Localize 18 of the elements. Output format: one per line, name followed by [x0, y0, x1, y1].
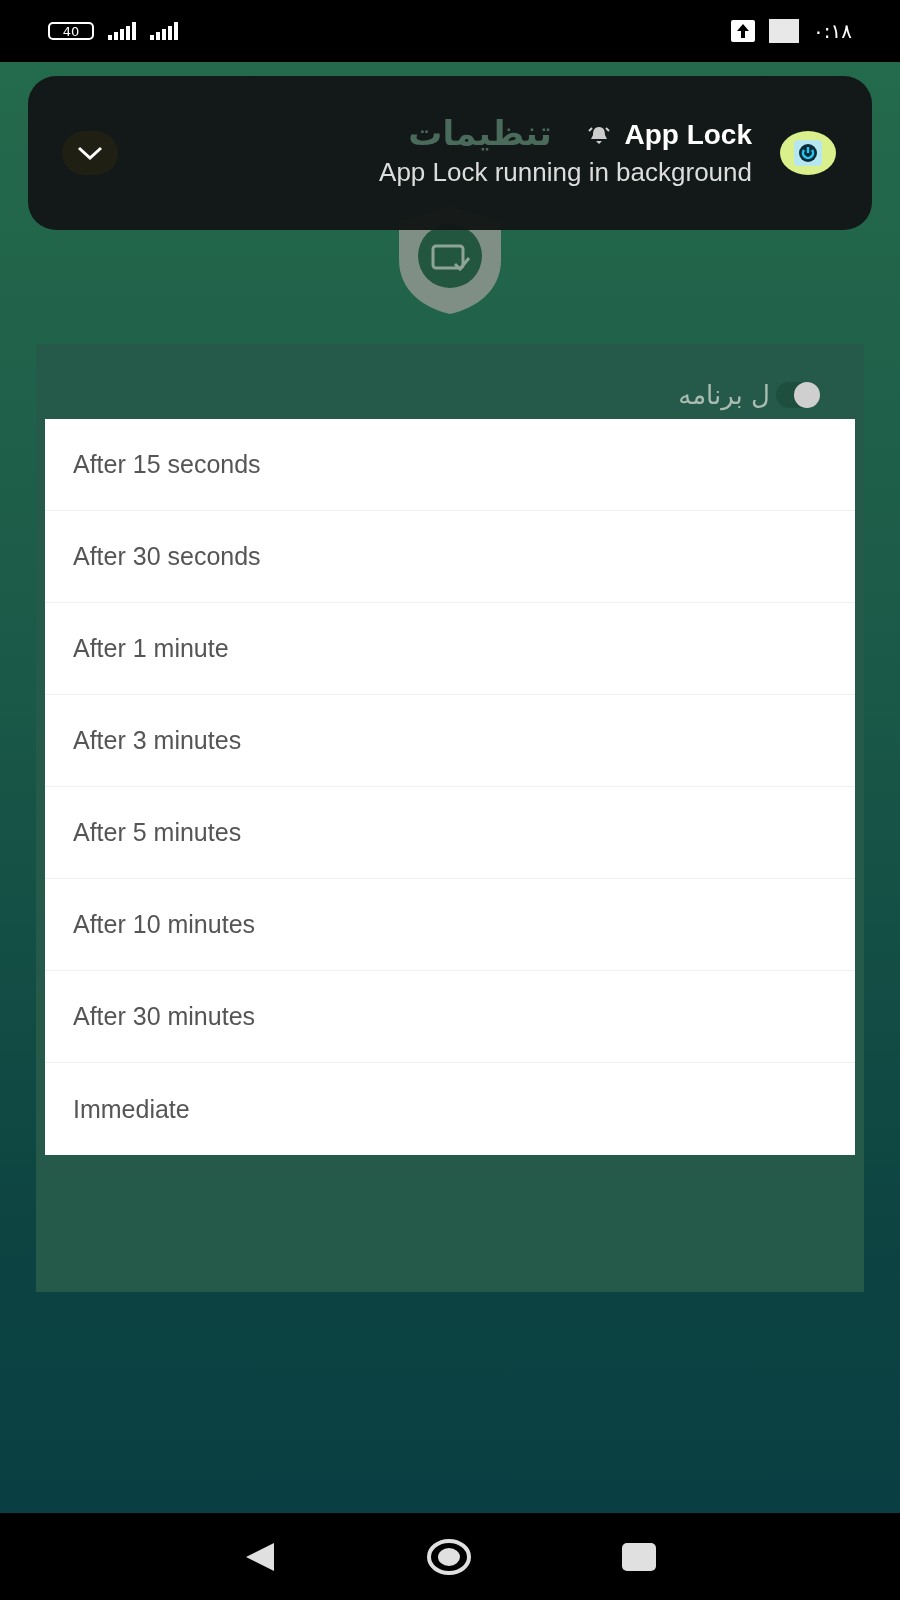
- clock: ۰:۱۸: [813, 19, 852, 43]
- signal-icon: [108, 22, 136, 40]
- battery-level: 40: [48, 22, 94, 40]
- notification-title: App Lock: [624, 118, 752, 151]
- home-icon[interactable]: [426, 1537, 472, 1576]
- back-icon[interactable]: [244, 1540, 276, 1573]
- screen-title: تنظیمات: [408, 113, 552, 153]
- signal-icon: [150, 22, 178, 40]
- bell-icon: [588, 124, 611, 145]
- chevron-down-icon: [77, 146, 103, 160]
- recents-icon[interactable]: [622, 1542, 656, 1571]
- app-icon: [780, 131, 836, 175]
- notification-message: App Lock running in background: [379, 156, 752, 188]
- upload-icon: [731, 20, 756, 42]
- expand-button[interactable]: [62, 131, 118, 175]
- toggle-switch[interactable]: [776, 382, 820, 408]
- notification-icon: [769, 19, 800, 43]
- setting-label: ل برنامه: [678, 380, 770, 410]
